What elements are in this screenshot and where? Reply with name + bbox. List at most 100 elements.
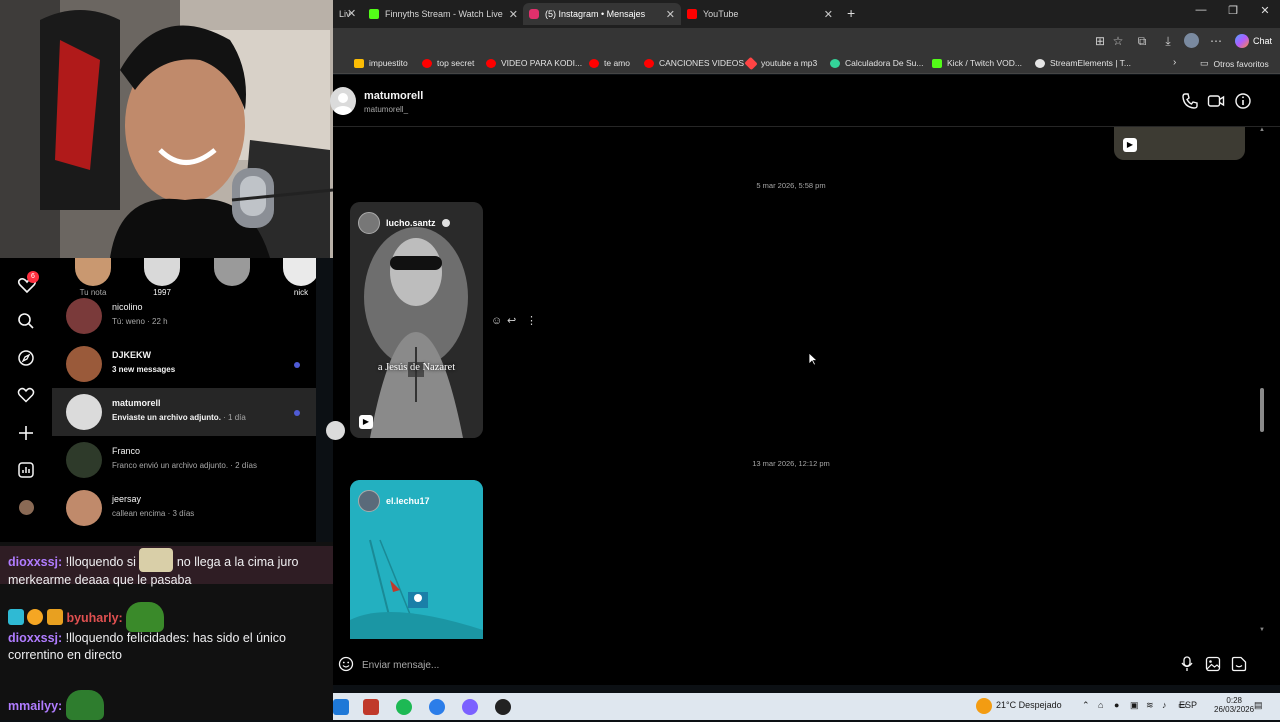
weather-text[interactable]: 21°C Despejado bbox=[996, 700, 1062, 710]
app-icon[interactable] bbox=[363, 699, 379, 715]
dm-header: matumorell matumorell_ bbox=[330, 75, 1280, 127]
unread-dot bbox=[294, 410, 300, 416]
image-upload-icon[interactable] bbox=[1205, 656, 1221, 672]
chat-username: byuharly: bbox=[66, 611, 123, 625]
copilot-chat-button[interactable]: Chat bbox=[1234, 32, 1272, 50]
microphone-tray-icon[interactable]: ● bbox=[1114, 700, 1119, 710]
messages-nav[interactable]: 6 bbox=[17, 271, 39, 294]
extensions-icon[interactable]: ⧉ bbox=[1134, 34, 1150, 49]
app-install-icon[interactable]: ⊞ bbox=[1092, 34, 1108, 48]
edge-browser-icon[interactable] bbox=[333, 699, 349, 715]
conversation-item[interactable]: Franco Franco envió un archivo adjunto. … bbox=[52, 436, 316, 484]
more-options-vertical-icon[interactable]: ⋮ bbox=[526, 314, 537, 327]
bookmark-item[interactable]: impuestito bbox=[354, 58, 408, 68]
scroll-up-icon[interactable]: ▲ bbox=[1259, 127, 1265, 133]
reel-author: lucho.santz bbox=[358, 212, 450, 234]
bookmark-item[interactable]: top secret bbox=[422, 58, 474, 68]
reel-preview-partial[interactable]: ▶ bbox=[1114, 127, 1245, 160]
reply-arrow-icon[interactable]: ↩ bbox=[507, 314, 516, 327]
tab-close-icon[interactable]: ✕ bbox=[666, 8, 675, 21]
wifi-icon[interactable]: ≋ bbox=[1146, 700, 1154, 711]
notification-center-icon[interactable]: ▤ bbox=[1254, 700, 1263, 711]
cat-emote-icon bbox=[139, 548, 174, 572]
weather-sun-icon bbox=[976, 698, 992, 714]
video-call-icon[interactable] bbox=[1207, 92, 1225, 110]
app-icon[interactable] bbox=[462, 699, 478, 715]
reel-play-icon: ▶ bbox=[1123, 138, 1137, 152]
scroll-down-icon[interactable]: ▼ bbox=[1259, 627, 1265, 633]
phone-call-icon[interactable] bbox=[1181, 92, 1199, 110]
explore-compass-icon[interactable] bbox=[17, 349, 35, 367]
message-input[interactable] bbox=[362, 657, 1062, 673]
sticker-icon[interactable] bbox=[1231, 656, 1247, 672]
profile-avatar[interactable] bbox=[1184, 33, 1199, 48]
note-avatar bbox=[283, 258, 316, 286]
clock-date: 26/03/2026 bbox=[1214, 705, 1255, 714]
downloads-icon[interactable]: ⤓ bbox=[1160, 34, 1176, 49]
scrollbar-thumb[interactable] bbox=[1260, 388, 1264, 432]
bookmark-item[interactable]: youtube a mp3 bbox=[744, 56, 817, 70]
favorite-star-icon[interactable]: ☆ bbox=[1110, 34, 1126, 48]
react-emoji-icon[interactable]: ☺ bbox=[491, 315, 502, 327]
clock[interactable]: 0:28 26/03/2026 bbox=[1214, 696, 1255, 714]
browser-tab[interactable]: YouTube ✕ bbox=[681, 3, 839, 25]
bookmark-favicon-icon bbox=[1035, 58, 1045, 68]
tab-close-icon[interactable]: ✕ bbox=[347, 7, 356, 20]
notifications-heart-icon[interactable] bbox=[17, 386, 35, 404]
shared-reel[interactable]: lucho.santz a Jesús de Nazaret ▶ bbox=[350, 202, 483, 438]
tray-icon[interactable]: ⌂ bbox=[1098, 700, 1103, 710]
microphone-icon[interactable] bbox=[1180, 656, 1194, 672]
spotify-icon[interactable] bbox=[396, 699, 412, 715]
dm-name[interactable]: matumorell bbox=[364, 90, 423, 102]
info-icon[interactable] bbox=[1234, 92, 1252, 110]
conversation-item[interactable]: DJKEKW 3 new messages bbox=[52, 340, 316, 388]
thread-scrollbar[interactable]: ▲ ▼ bbox=[1257, 127, 1267, 637]
more-options-icon[interactable]: ⋯ bbox=[1208, 34, 1224, 48]
new-tab-plus-icon[interactable]: + bbox=[847, 5, 855, 21]
mouse-cursor-icon bbox=[808, 352, 818, 366]
tab-close-icon[interactable]: ✕ bbox=[824, 8, 833, 21]
tab-close-icon[interactable]: ✕ bbox=[509, 8, 518, 21]
create-plus-icon[interactable] bbox=[17, 424, 35, 442]
bookmark-favicon-icon bbox=[830, 58, 840, 68]
maximize-icon[interactable]: ❐ bbox=[1218, 4, 1248, 17]
profile-avatar[interactable] bbox=[19, 500, 34, 515]
bookmark-item[interactable]: CANCIONES VIDEOS bbox=[644, 58, 744, 68]
bookmark-item[interactable]: VIDEO PARA KODI... bbox=[486, 58, 582, 68]
bookmark-item[interactable]: StreamElements | T... bbox=[1035, 58, 1131, 68]
emoji-icon[interactable] bbox=[338, 656, 354, 672]
browser-tab-active[interactable]: (5) Instagram • Mensajes ✕ bbox=[523, 3, 681, 25]
shared-reel[interactable]: el.lechu17 bbox=[350, 480, 483, 639]
note-item[interactable] bbox=[202, 258, 262, 288]
conversation-item[interactable]: jeersay callean encima · 3 días bbox=[52, 484, 316, 532]
conversation-item-selected[interactable]: matumorell Enviaste un archivo adjunto. … bbox=[52, 388, 316, 436]
sender-avatar[interactable] bbox=[326, 421, 345, 440]
obs-icon[interactable] bbox=[495, 699, 511, 715]
conversation-preview: Enviaste un archivo adjunto. · 1 día bbox=[112, 413, 246, 422]
conversation-avatar bbox=[66, 346, 102, 382]
verified-badge-icon bbox=[441, 219, 450, 227]
bookmark-favicon-icon bbox=[354, 58, 364, 68]
copilot-icon bbox=[1234, 34, 1249, 48]
language-indicator[interactable]: ESP bbox=[1179, 700, 1197, 710]
chevron-up-icon[interactable]: ⌃ bbox=[1082, 700, 1090, 711]
close-window-icon[interactable]: ✕ bbox=[1250, 4, 1280, 17]
search-icon[interactable] bbox=[17, 312, 35, 330]
bookmark-item[interactable]: Calculadora De Su... bbox=[830, 58, 923, 68]
browser-tab[interactable]: Finnyths Stream - Watch Live ✕ bbox=[363, 3, 523, 25]
tray-icon[interactable]: ▣ bbox=[1130, 700, 1139, 711]
bookmark-item[interactable]: te amo bbox=[589, 58, 630, 68]
volume-icon[interactable]: ♪ bbox=[1162, 700, 1167, 710]
app-icon[interactable] bbox=[429, 699, 445, 715]
dashboard-chart-icon[interactable] bbox=[17, 461, 35, 479]
bookmark-item[interactable]: Kick / Twitch VOD... bbox=[932, 58, 1022, 68]
dm-avatar[interactable] bbox=[330, 87, 356, 115]
chevron-right-icon[interactable]: › bbox=[1173, 57, 1176, 68]
conversation-name: Franco bbox=[112, 446, 141, 456]
chat-username: dioxxssj: bbox=[8, 631, 63, 645]
minimize-icon[interactable]: — bbox=[1186, 4, 1216, 16]
bookmark-favicon-icon bbox=[932, 58, 942, 68]
dm-username: matumorell_ bbox=[364, 105, 409, 114]
conversation-item[interactable]: nicolino Tú: weno · 22 h bbox=[52, 292, 316, 340]
other-bookmarks-folder[interactable]: ▭ Otros favoritos bbox=[1200, 58, 1269, 69]
